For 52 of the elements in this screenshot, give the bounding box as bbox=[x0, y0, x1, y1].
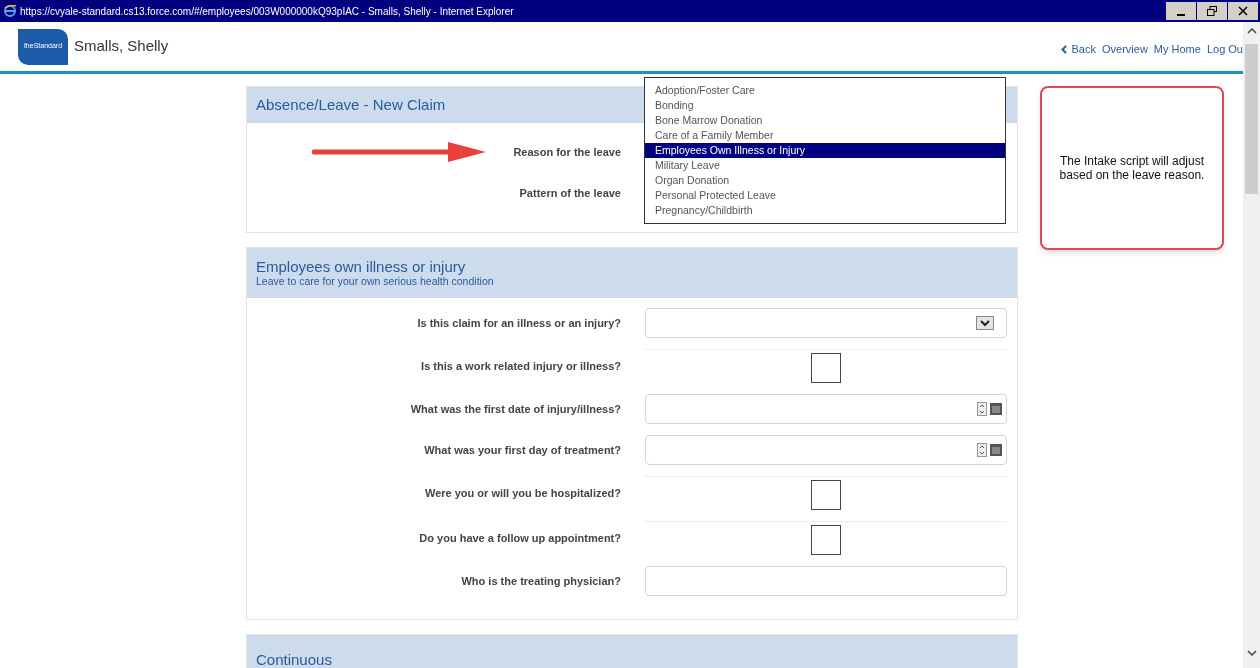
minimize-icon bbox=[1177, 14, 1185, 16]
field-label: Is this claim for an illness or an injury? bbox=[417, 315, 621, 331]
field-label: Who is the treating physician? bbox=[461, 573, 621, 589]
date-field[interactable] bbox=[645, 394, 1007, 424]
browser-icon bbox=[4, 5, 16, 17]
scroll-thumb[interactable] bbox=[1245, 44, 1258, 194]
card-title: Absence/Leave - New Claim bbox=[256, 94, 446, 115]
dropdown-option[interactable]: Care of a Family Member bbox=[645, 128, 1005, 143]
scroll-up-icon bbox=[1246, 28, 1257, 34]
section-title: Employees own illness or injury bbox=[256, 259, 467, 275]
spinner-icon bbox=[977, 443, 987, 457]
dropdown-option[interactable]: Bonding bbox=[645, 98, 1005, 113]
field-label: What was the first date of injury/illness? bbox=[410, 401, 621, 417]
dropdown-option[interactable]: Adoption/Foster Care bbox=[645, 83, 1005, 98]
select-field[interactable] bbox=[645, 308, 1007, 338]
field-label: Reason for the leave bbox=[513, 144, 621, 160]
checkbox[interactable] bbox=[811, 480, 841, 510]
spinner-icon bbox=[977, 402, 987, 416]
scroll-down-icon bbox=[1246, 650, 1257, 656]
restore-icon bbox=[1207, 6, 1217, 16]
text-field[interactable] bbox=[645, 566, 1007, 596]
dropdown-option[interactable]: Military Leave bbox=[645, 158, 1005, 173]
back-link[interactable]: Back bbox=[1060, 41, 1096, 58]
calendar-icon bbox=[990, 444, 1002, 456]
field-label: Is this a work related injury or illness? bbox=[421, 358, 621, 374]
chevron-left-icon bbox=[1060, 45, 1067, 54]
checkbox[interactable] bbox=[811, 353, 841, 383]
field-label: Pattern of the leave bbox=[519, 185, 621, 201]
field-label: Were you or will you be hospitalized? bbox=[425, 485, 621, 501]
user-name: Smalls, Shelly bbox=[74, 36, 169, 57]
dropdown-option[interactable]: Pregnancy/Childbirth bbox=[645, 203, 1005, 218]
dropdown-option[interactable]: Employees Own Illness or Injury bbox=[645, 143, 1005, 158]
callout-text: The Intake script will adjust based on the leave reason. bbox=[1058, 154, 1206, 182]
window-title: https://cvyale-standard.cs13.force.com/#/employees/003W000000kQ93pIAC - Smalls, Shelly - Internet Explorer bbox=[20, 4, 514, 19]
dropdown-option[interactable]: Bone Marrow Donation bbox=[645, 113, 1005, 128]
calendar-icon bbox=[990, 403, 1002, 415]
nav-link[interactable]: Overview bbox=[1102, 41, 1148, 58]
date-field[interactable] bbox=[645, 435, 1007, 465]
minimize-button[interactable] bbox=[1166, 2, 1196, 20]
nav-link[interactable]: My Home bbox=[1153, 41, 1201, 58]
scrollbar[interactable] bbox=[1243, 22, 1260, 668]
restore-button[interactable] bbox=[1197, 2, 1227, 20]
field-label: What was your first day of treatment? bbox=[424, 442, 621, 458]
section-subtitle: Leave to care for your own serious health condition bbox=[256, 275, 495, 287]
dropdown-option[interactable]: Personal Protected Leave bbox=[645, 188, 1005, 203]
field-label: Do you have a follow up appointment? bbox=[419, 530, 621, 546]
nav-link[interactable]: Log Ou bbox=[1206, 41, 1243, 58]
close-button[interactable] bbox=[1228, 2, 1258, 20]
dropdown-option[interactable]: Organ Donation bbox=[645, 173, 1005, 188]
section-title: Continuous bbox=[256, 652, 333, 668]
close-icon bbox=[1238, 6, 1248, 16]
checkbox[interactable] bbox=[811, 525, 841, 555]
